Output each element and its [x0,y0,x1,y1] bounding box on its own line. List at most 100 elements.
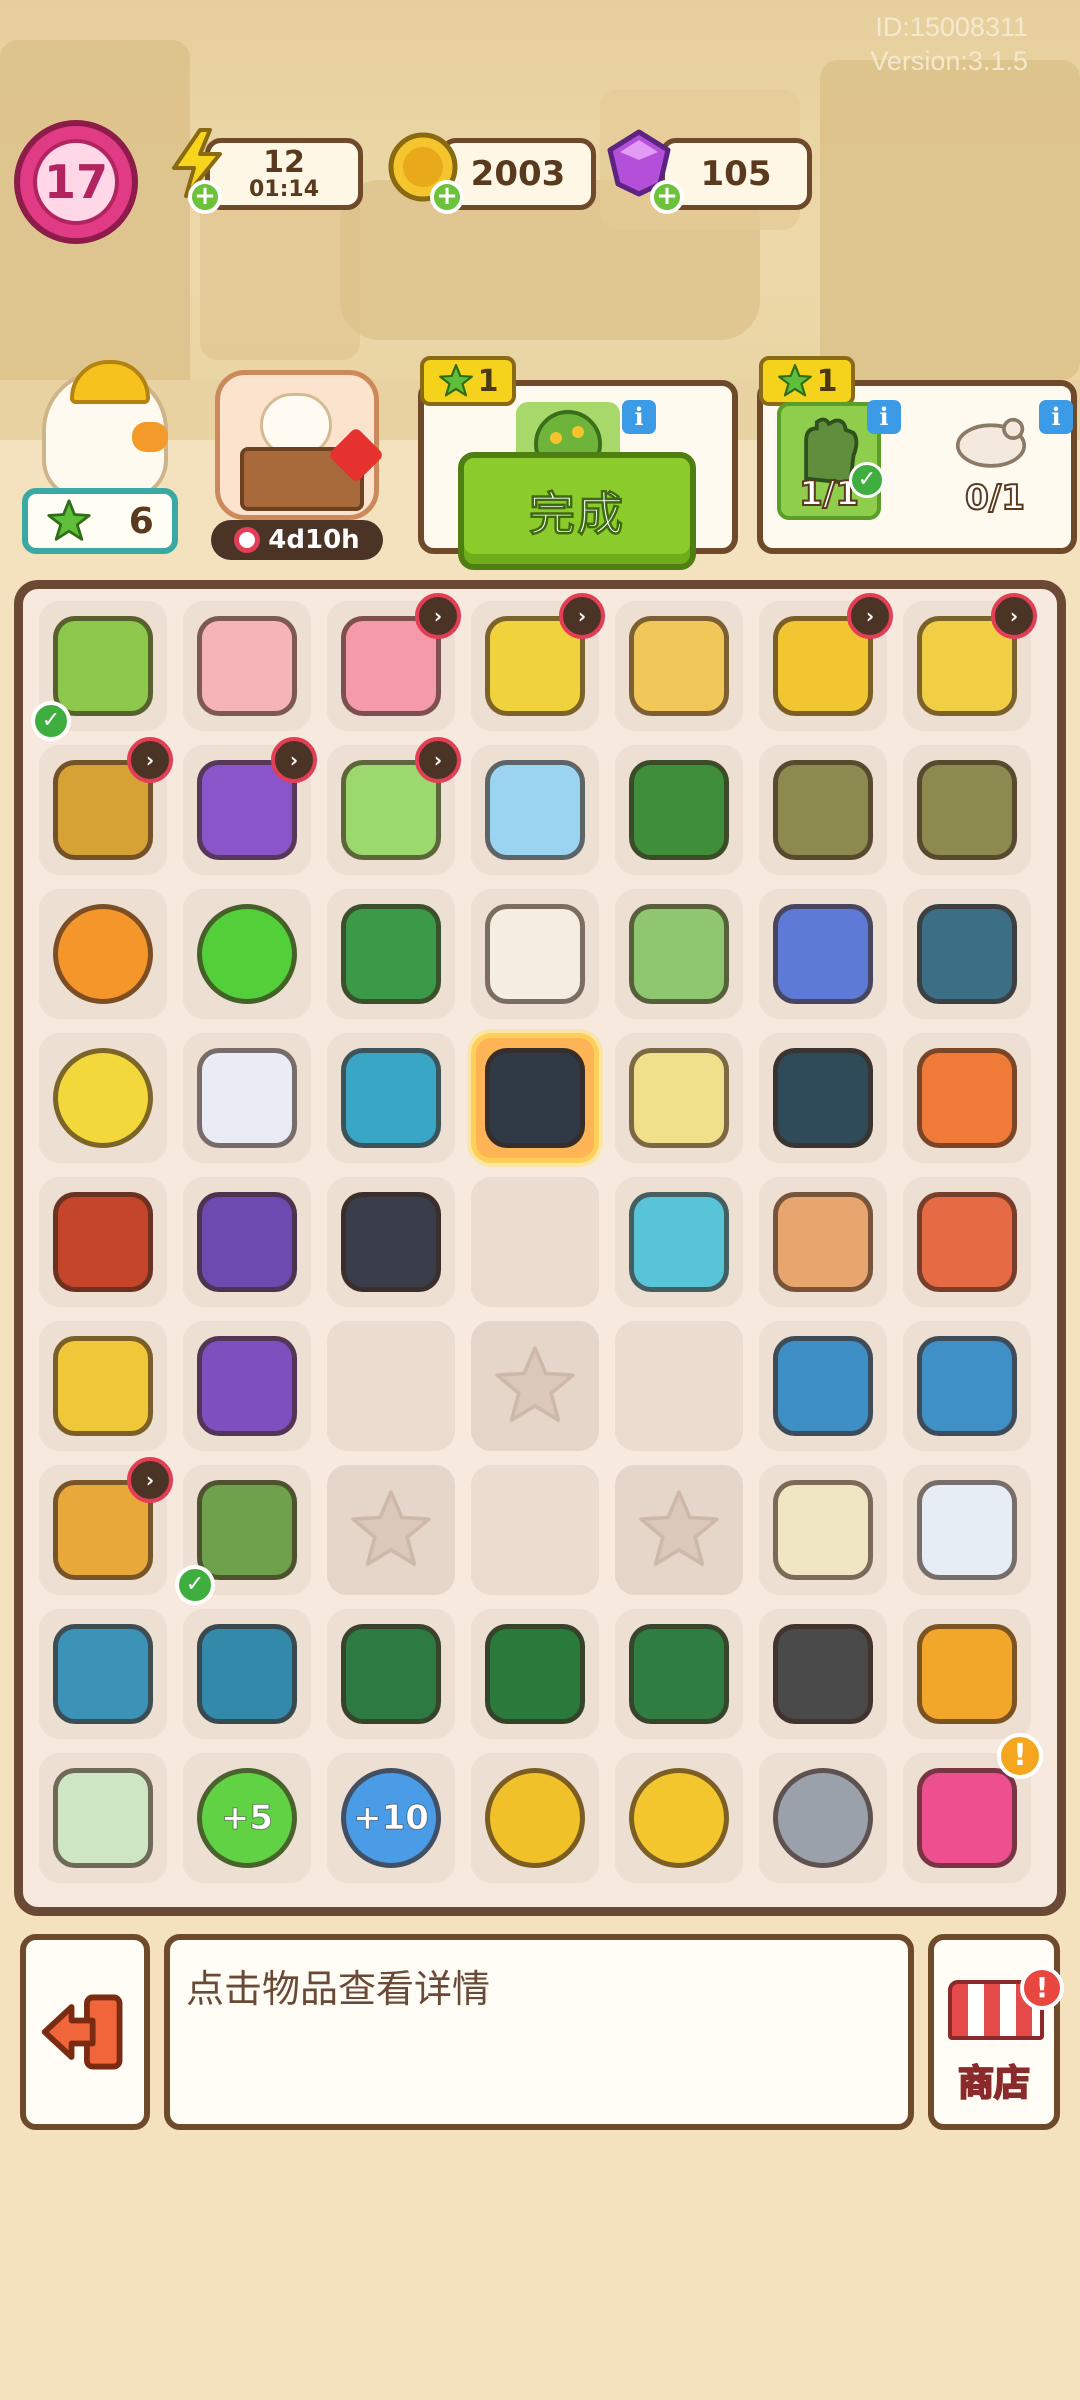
complete-order-button[interactable]: 完成 [458,452,696,570]
board-item-plus-10-energy[interactable]: +10 [327,1753,455,1883]
board-item-purple-basket-2[interactable] [183,1321,311,1451]
board-item-green-toolbox-open[interactable] [615,745,743,875]
board-item-pink-fridge[interactable]: › [327,593,461,731]
add-gems-button[interactable]: + [650,180,684,214]
player-avatar-area[interactable]: 6 [22,360,178,560]
board-item-coin-pile[interactable] [471,1753,599,1883]
sandbags-icon [773,760,873,860]
board-item-sandbags[interactable] [759,745,887,875]
board-item-tote-bag[interactable]: › [39,1457,173,1595]
green-energy-icon [197,904,297,1004]
board-item-plant-pot[interactable] [615,601,743,731]
board-item-line-chart-notepad[interactable] [759,1465,887,1595]
empty-cell[interactable] [471,1465,599,1595]
board-item-potted-plant[interactable]: ✓ [31,601,167,741]
star-icon [351,1490,431,1566]
sandbags-stack-icon [917,760,1017,860]
board-item-yarn-ball[interactable] [615,1033,743,1163]
locked-star-cell[interactable] [471,1321,599,1451]
board-item-coin-stack[interactable] [615,1753,743,1883]
board-item-sandwich[interactable] [759,1177,887,1307]
board-item-sling-bag[interactable] [39,1177,167,1307]
board-item-green-energy[interactable] [183,889,311,1019]
board-item-shopping-cart[interactable]: › [903,593,1037,731]
board-item-apple-core[interactable] [903,1033,1031,1163]
order-item-mouse[interactable]: 0/1 [943,402,1047,520]
green-gloves-icon [629,904,729,1004]
order-info-icon[interactable]: i [1039,400,1073,434]
board-item-green-handle[interactable] [327,1609,455,1739]
work-gloves-icon [197,1480,297,1580]
board-item-printer[interactable] [471,745,599,875]
mouse-icon [955,417,1027,468]
board-item-plus-5-energy[interactable]: +5 [183,1753,311,1883]
board-item-green-toolbox-2[interactable] [615,1609,743,1739]
board-item-orange-energy[interactable] [39,889,167,1019]
order-item-gloves[interactable]: 1/1 ✓ [777,402,885,520]
board-item-caster-wheel[interactable] [759,1609,887,1739]
board-item-shopping-cart-full[interactable]: › [759,593,893,731]
board-item-snail-shell[interactable] [759,1753,887,1883]
board-item-ab-wheel[interactable] [903,889,1031,1019]
version-text: Version:3.1.5 [870,46,1028,76]
board-item-green-toolbox[interactable] [471,1609,599,1739]
line-chart-notepad-icon [773,1480,873,1580]
level-badge[interactable]: 17 [14,120,138,244]
star-counter[interactable]: 6 [22,488,178,554]
board-item-soda-can[interactable] [903,1177,1031,1307]
board-item-bandage-box[interactable] [471,889,599,1019]
apple-core-icon [917,1048,1017,1148]
locked-star-cell[interactable] [615,1465,743,1595]
add-coins-button[interactable]: + [430,180,464,214]
order-info-icon[interactable]: i [622,400,656,434]
board-item-yellow-energy[interactable] [39,1033,167,1163]
board-item-capacitor[interactable] [903,1321,1031,1451]
board-item-spray-bottle[interactable] [183,1033,311,1163]
board-item-laptop[interactable]: › [327,737,461,875]
potted-plant-icon [53,616,153,716]
order-card-2[interactable]: 1 1/1 ✓ i 0/1 i [757,356,1077,554]
board-item-blue-tiles[interactable] [183,1609,311,1739]
empty-cell[interactable] [327,1321,455,1451]
merge-board[interactable]: ✓ › › › › › › › › ✓ +5 +10! [14,580,1066,1916]
exit-button[interactable] [20,1934,150,2130]
timer-icon: › [415,737,461,783]
board-item-weight-plate[interactable] [759,1033,887,1163]
add-energy-button[interactable]: + [188,180,222,214]
board-item-brochure[interactable] [39,1753,167,1883]
order-info-icon[interactable]: i [867,400,901,434]
shop-button[interactable]: ! 商店 [928,1934,1064,2130]
brochure-icon [53,1768,153,1868]
board-item-cpu-chip[interactable] [759,1321,887,1451]
event-button[interactable]: 4d10h [205,370,385,560]
board-item-drill[interactable] [327,889,455,1019]
bandage-box-icon [485,904,585,1004]
board-item-neck-pillow[interactable] [759,889,887,1019]
board-item-blue-puzzle[interactable] [39,1609,167,1739]
board-item-blue-ribbon[interactable] [615,1177,743,1307]
board-item-tool-cart[interactable]: › [471,593,605,731]
board-item-boxing-glove[interactable] [327,1177,455,1307]
board-item-pink-backpack[interactable]: ! [903,1733,1043,1883]
order-progress-b: 0/1 [964,477,1026,519]
board-item-bar-chart-notepad[interactable] [903,1465,1031,1595]
board-item-sandbags-stack[interactable] [903,745,1031,875]
board-item-green-gloves[interactable] [615,889,743,1019]
board-item-work-gloves[interactable]: ✓ [175,1465,311,1605]
event-timer-text: 4d10h [268,525,360,555]
board-item-hand-grip[interactable] [471,1033,599,1163]
board-item-purple-basket[interactable]: › [183,737,317,875]
board-item-jump-rope[interactable] [327,1033,455,1163]
locked-star-cell[interactable] [327,1465,455,1595]
sling-bag-icon [53,1192,153,1292]
board-item-recipe-book[interactable] [903,1609,1031,1739]
board-item-cardboard-box[interactable] [39,1321,167,1451]
empty-cell[interactable] [615,1321,743,1451]
board-item-pink-thermos[interactable] [183,601,311,731]
drill-icon [341,904,441,1004]
green-handle-icon [341,1624,441,1724]
board-item-cabinet[interactable]: › [39,737,173,875]
board-item-purple-hanger[interactable] [183,1177,311,1307]
item-info-panel: 点击物品查看详情 [164,1934,914,2130]
empty-cell[interactable] [471,1177,599,1307]
